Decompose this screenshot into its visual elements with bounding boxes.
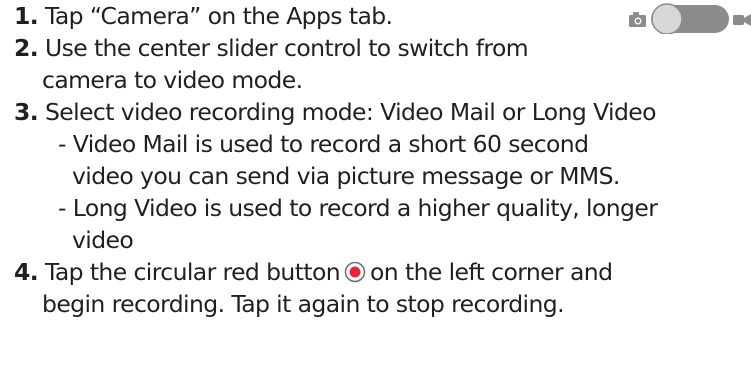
camera-icon xyxy=(629,12,646,27)
mode-slider-graphic xyxy=(629,3,751,35)
video-camera-icon xyxy=(733,14,751,26)
mode-slider xyxy=(629,2,751,35)
step-2-text: Use the center slider control to switch … xyxy=(44,34,529,62)
step-1-text: Tap “Camera” on the Apps tab. xyxy=(44,2,393,30)
step-2-continuation: camera to video mode. xyxy=(42,66,303,94)
slider-track xyxy=(651,3,729,35)
step-2-number: 2. xyxy=(14,34,39,62)
instruction-document: 1. Tap “Camera” on the Apps tab. 2. Use … xyxy=(0,0,751,382)
step-2: 2. Use the center slider control to swit… xyxy=(14,32,529,64)
step-4: 4. Tap the circular red button on the lef… xyxy=(14,256,613,291)
step-3-subitem-video-mail-continuation: video you can send via picture message o… xyxy=(72,162,620,190)
step-3: 3. Select video recording mode: Video Ma… xyxy=(14,96,657,128)
step-3-subitem-long-video-continuation: video xyxy=(72,226,134,254)
record-button-icon xyxy=(344,259,366,291)
step-4-continuation: begin recording. Tap it again to stop re… xyxy=(42,290,565,318)
step-4-text-after-icon: on the left corner and xyxy=(370,258,613,286)
step-1: 1. Tap “Camera” on the Apps tab. xyxy=(14,0,393,32)
step-3-text: Select video recording mode: Video Mail … xyxy=(44,98,657,126)
step-4-text-before-icon: Tap the circular red button xyxy=(44,258,341,286)
step-3-subitem-long-video: - Long Video is used to record a higher … xyxy=(58,194,658,222)
step-4-number: 4. xyxy=(14,258,39,286)
step-3-number: 3. xyxy=(14,98,39,126)
step-3-subitem-video-mail: - Video Mail is used to record a short 6… xyxy=(58,130,589,158)
step-1-number: 1. xyxy=(14,2,39,30)
